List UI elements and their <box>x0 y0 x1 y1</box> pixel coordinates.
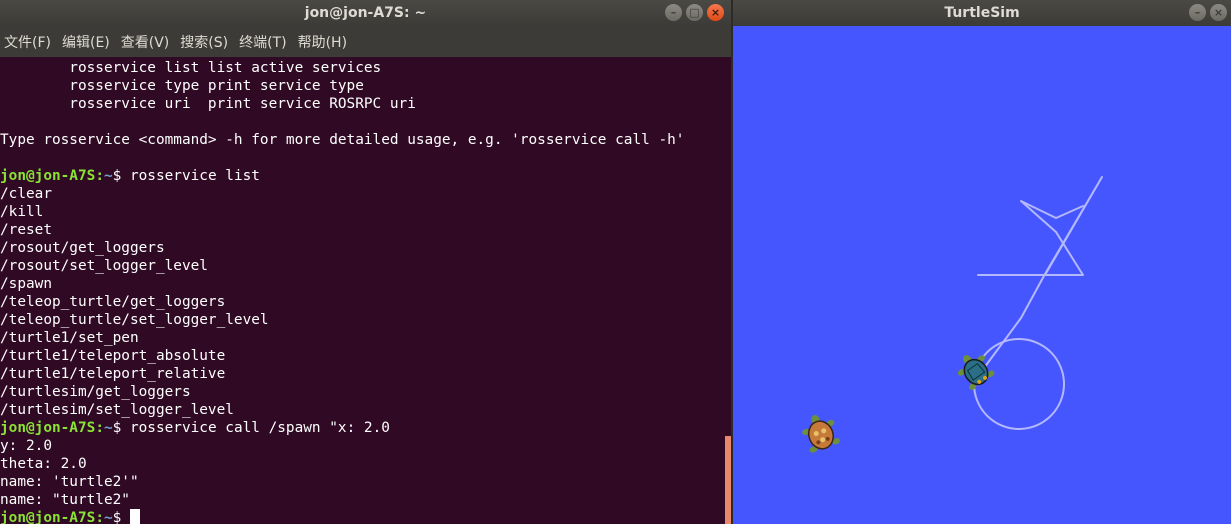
text-cursor <box>129 509 140 524</box>
prompt-user: jon@jon-A7S <box>0 510 96 524</box>
terminal-line-text: y: 2.0 <box>0 438 52 454</box>
terminal-line-text: Type rosservice <command> -h for more de… <box>0 132 685 148</box>
terminal-line: /rosout/set_logger_level <box>0 257 725 275</box>
prompt-user: jon@jon-A7S <box>0 168 96 184</box>
terminal-line: name: 'turtle2'" <box>0 473 725 491</box>
terminal-line-text: rosservice uri print service ROSRPC uri <box>0 96 416 112</box>
terminal-line-text: /rosout/set_logger_level <box>0 258 208 274</box>
terminal-line-text: /rosout/get_loggers <box>0 240 165 256</box>
terminal-line: /teleop_turtle/get_loggers <box>0 293 725 311</box>
prompt-separator: : <box>95 420 104 436</box>
prompt-symbol: $ <box>112 168 130 184</box>
terminal-line: /turtlesim/get_loggers <box>0 383 725 401</box>
maximize-button[interactable]: □ <box>686 4 703 21</box>
terminal-line: /turtle1/teleport_absolute <box>0 347 725 365</box>
turtlesim-titlebar[interactable]: TurtleSim – × <box>733 0 1231 26</box>
terminal-line-text: /turtlesim/set_logger_level <box>0 402 234 418</box>
terminal-line: jon@jon-A7S:~$ rosservice list <box>0 167 725 185</box>
terminal-line: /rosout/get_loggers <box>0 239 725 257</box>
terminal-line-text: theta: 2.0 <box>0 456 87 472</box>
pen-trail-circle <box>973 338 1065 430</box>
terminal-line-text: /teleop_turtle/set_logger_level <box>0 312 269 328</box>
close-button[interactable]: × <box>707 4 724 21</box>
menu-file[interactable]: 文件(F) <box>0 32 56 52</box>
prompt-path: ~ <box>103 420 113 436</box>
terminal-line-text: rosservice call /spawn "x: 2.0 <box>129 420 390 436</box>
terminal-line-text: rosservice type print service type <box>0 78 364 94</box>
terminal-line: /turtle1/set_pen <box>0 329 725 347</box>
prompt-symbol: $ <box>112 420 130 436</box>
terminal-menubar: 文件(F) 编辑(E) 查看(V) 搜索(S) 终端(T) 帮助(H) <box>0 26 731 57</box>
prompt-path: ~ <box>103 168 113 184</box>
terminal-titlebar[interactable]: jon@jon-A7S: ~ – □ × <box>0 0 731 26</box>
terminal-line-text: /turtle1/teleport_relative <box>0 366 226 382</box>
turtlesim-canvas <box>802 176 1103 453</box>
terminal-line-text: /kill <box>0 204 44 220</box>
close-button[interactable]: × <box>1210 4 1227 21</box>
terminal-line-text: /spawn <box>0 276 52 292</box>
terminal-line: jon@jon-A7S:~$ <box>0 509 725 524</box>
menu-edit[interactable]: 编辑(E) <box>58 32 115 52</box>
terminal-line-text: name: "turtle2" <box>0 492 130 508</box>
prompt-separator: : <box>95 168 104 184</box>
terminal-line: rosservice type print service type <box>0 77 725 95</box>
terminal-line-text: /clear <box>0 186 52 202</box>
pen-trail <box>973 176 1103 430</box>
terminal-line-text: rosservice list list active services <box>0 60 382 76</box>
terminal-line: Type rosservice <command> -h for more de… <box>0 131 725 149</box>
terminal-line-text: rosservice list <box>129 168 260 184</box>
terminal-line: /reset <box>0 221 725 239</box>
terminal-line-text: /teleop_turtle/get_loggers <box>0 294 226 310</box>
prompt-separator: : <box>95 510 104 524</box>
terminal-output[interactable]: rosservice list list active services ros… <box>0 59 725 524</box>
terminal-line: /spawn <box>0 275 725 293</box>
prompt-symbol: $ <box>112 510 130 524</box>
menu-search[interactable]: 搜索(S) <box>176 32 233 52</box>
turtle2-icon <box>802 415 840 453</box>
terminal-line: rosservice uri print service ROSRPC uri <box>0 95 725 113</box>
terminal-line: /teleop_turtle/set_logger_level <box>0 311 725 329</box>
terminal-line: /turtlesim/set_logger_level <box>0 401 725 419</box>
prompt-path: ~ <box>103 510 113 524</box>
prompt-user: jon@jon-A7S <box>0 420 96 436</box>
pen-trail-path <box>977 176 1103 373</box>
terminal-line: theta: 2.0 <box>0 455 725 473</box>
menu-help[interactable]: 帮助(H) <box>294 32 352 52</box>
terminal-line: jon@jon-A7S:~$ rosservice call /spawn "x… <box>0 419 725 437</box>
terminal-window: jon@jon-A7S: ~ – □ × 文件(F) 编辑(E) 查看(V) 搜… <box>0 0 731 524</box>
terminal-line-text: /turtlesim/get_loggers <box>0 384 191 400</box>
terminal-line-text: /turtle1/teleport_absolute <box>0 348 226 364</box>
terminal-window-controls: – □ × <box>665 4 724 21</box>
minimize-button[interactable]: – <box>1189 4 1206 21</box>
terminal-line: y: 2.0 <box>0 437 725 455</box>
terminal-line-text: /turtle1/set_pen <box>0 330 139 346</box>
menu-terminal[interactable]: 终端(T) <box>235 32 291 52</box>
terminal-line: /kill <box>0 203 725 221</box>
terminal-line: /clear <box>0 185 725 203</box>
terminal-title: jon@jon-A7S: ~ <box>304 5 427 21</box>
turtlesim-window-controls: – × <box>1189 4 1227 21</box>
turtlesim-window: TurtleSim – × <box>733 0 1231 524</box>
terminal-line-text: name: 'turtle2'" <box>0 474 139 490</box>
terminal-line: /turtle1/teleport_relative <box>0 365 725 383</box>
minimize-button[interactable]: – <box>665 4 682 21</box>
turtle1-icon <box>957 355 995 390</box>
terminal-line: rosservice list list active services <box>0 59 725 77</box>
turtlesim-title: TurtleSim <box>944 5 1020 21</box>
menu-view[interactable]: 查看(V) <box>117 32 175 52</box>
terminal-line: name: "turtle2" <box>0 491 725 509</box>
terminal-line-text: /reset <box>0 222 52 238</box>
